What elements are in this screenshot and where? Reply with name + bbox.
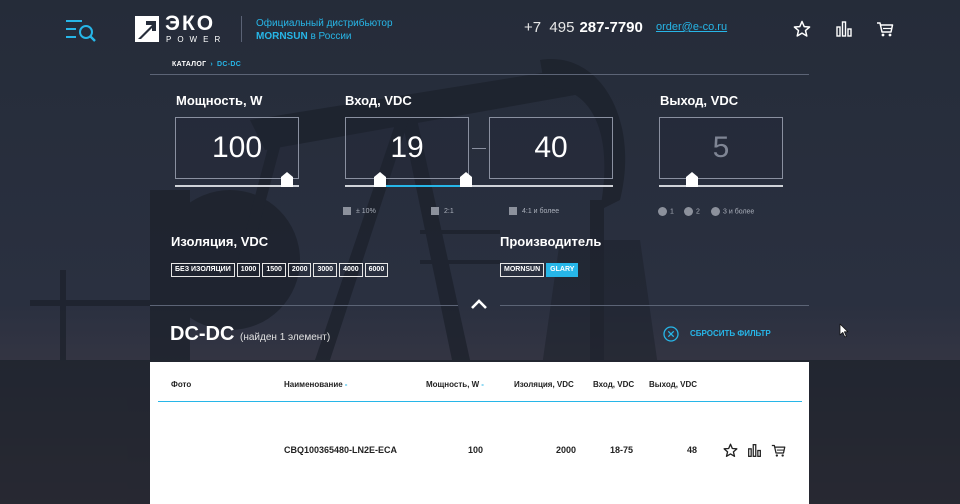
input-option-label: 4:1 и более: [522, 207, 560, 215]
phone-code: +7 495: [524, 19, 575, 36]
input-slider-min-handle[interactable]: [373, 172, 386, 187]
col-header-photo: Фото: [171, 380, 191, 389]
col-label: Выход, VDC: [649, 380, 698, 389]
distributor-text: Официальный дистрибьютор MORNSUN в Росси…: [256, 17, 393, 43]
phone-number: 287-7790: [579, 19, 643, 36]
col-header-name[interactable]: Наименование -: [284, 380, 347, 389]
power-slider-handle[interactable]: [280, 172, 293, 187]
table-header-divider: [158, 401, 802, 402]
compare-chart-icon[interactable]: [835, 20, 853, 38]
manufacturer-tags: MORNSUN GLARY: [500, 258, 580, 277]
distributor-line2: в России: [307, 31, 352, 42]
input-option-2-1[interactable]: 2:1: [431, 207, 454, 215]
cell-power: 100: [468, 445, 484, 455]
breadcrumb: КАТАЛОГ › DC-DC: [172, 61, 241, 68]
results-table: Фото Наименование - Мощность, W- Изоляция…: [150, 362, 809, 504]
isolation-tag[interactable]: 4000: [339, 263, 363, 277]
power-filter-title: Мощность, W: [176, 93, 263, 108]
cell-name[interactable]: CBQ100365480-LN2E-ECA: [284, 445, 397, 455]
input-slider-max-handle[interactable]: [459, 172, 472, 187]
breadcrumb-current: DC-DC: [217, 61, 242, 68]
cell-isolation: 2000: [556, 445, 577, 455]
manufacturer-tag-mornsun[interactable]: MORNSUN: [500, 263, 545, 277]
cell-input: 18-75: [610, 445, 634, 455]
isolation-tags: БЕЗ ИЗОЛЯЦИИ 1000 1500 2000 3000 4000 6000: [171, 258, 390, 277]
cart-icon[interactable]: [876, 20, 894, 38]
sort-arrow: -: [344, 380, 348, 389]
output-option-1[interactable]: 1: [658, 207, 674, 216]
manufacturer-tag-glary[interactable]: GLARY: [546, 263, 579, 277]
results-title-text: DC-DC: [170, 323, 235, 345]
output-option-label: 2: [696, 208, 700, 216]
email-link[interactable]: order@e-co.ru: [656, 21, 727, 33]
isolation-tag[interactable]: 1500: [262, 263, 286, 277]
reset-filter-button[interactable]: СБРОСИТЬ ФИЛЬТР: [663, 326, 771, 342]
mouse-cursor-icon: [839, 323, 849, 338]
col-header-isolation[interactable]: Изоляция, VDC: [514, 380, 574, 389]
col-header-input[interactable]: Вход, VDC: [593, 380, 634, 389]
col-label: Фото: [171, 380, 192, 389]
power-input[interactable]: 100: [175, 117, 299, 179]
breadcrumb-separator: ›: [210, 61, 214, 68]
logo-mark-icon: [135, 16, 159, 42]
col-header-power[interactable]: Мощность, W-: [426, 380, 484, 389]
isolation-tag[interactable]: 6000: [364, 263, 389, 277]
cart-icon[interactable]: [771, 443, 786, 458]
input-option-label: 2:1: [444, 207, 454, 215]
output-slider-track: [659, 185, 783, 187]
close-circle-icon: [663, 326, 679, 342]
isolation-tag[interactable]: 3000: [313, 263, 338, 277]
col-header-output[interactable]: Выход, VDC: [649, 380, 697, 389]
output-input[interactable]: 5: [659, 117, 783, 179]
output-option-label: 1: [670, 208, 674, 216]
range-dash: [472, 148, 486, 149]
distributor-brand: MORNSUN: [256, 31, 308, 42]
sort-arrow: -: [481, 380, 484, 389]
col-label: Изоляция, VDC: [514, 380, 574, 389]
input-option-label: ± 10%: [356, 207, 376, 215]
logo-sub: POWER: [166, 35, 227, 44]
input-max-field[interactable]: 40: [489, 117, 613, 179]
output-filter-title: Выход, VDC: [660, 93, 739, 108]
output-option-3plus[interactable]: 3 и более: [711, 207, 754, 216]
output-option-label: 3 и более: [723, 208, 755, 216]
menu-search-icon[interactable]: [64, 17, 98, 43]
chevron-up-icon[interactable]: [470, 298, 488, 310]
phone[interactable]: +7 495 287-7790: [524, 19, 643, 36]
distributor-line1: Официальный дистрибьютор: [256, 18, 393, 29]
input-option-4-1[interactable]: 4:1 и более: [509, 207, 559, 215]
results-count: (найден 1 элемент): [240, 332, 331, 343]
col-label: Вход, VDC: [593, 380, 635, 389]
input-option-10pct[interactable]: ± 10%: [343, 207, 376, 215]
isolation-filter-title: Изоляция, VDC: [171, 234, 269, 249]
input-min-field[interactable]: 19: [345, 117, 469, 179]
star-icon[interactable]: [723, 443, 738, 458]
input-filter-title: Вход, VDC: [345, 93, 412, 108]
isolation-tag[interactable]: 2000: [287, 263, 312, 277]
isolation-tag[interactable]: 1000: [236, 263, 261, 277]
header-divider: [241, 16, 242, 42]
breadcrumb-divider: [150, 74, 809, 75]
output-slider-handle[interactable]: [686, 172, 699, 187]
logo-word: ЭКО: [165, 12, 216, 35]
star-icon[interactable]: [793, 20, 811, 38]
input-slider-range: [379, 185, 466, 187]
breadcrumb-root[interactable]: КАТАЛОГ: [172, 61, 206, 68]
isolation-tag[interactable]: БЕЗ ИЗОЛЯЦИИ: [171, 263, 235, 277]
output-option-2[interactable]: 2: [684, 207, 700, 216]
filters-divider-right: [500, 305, 809, 306]
col-label: Мощность, W: [426, 380, 480, 389]
reset-filter-label: СБРОСИТЬ ФИЛЬТР: [690, 329, 771, 339]
results-title: DC-DC (найден 1 элемент): [170, 323, 330, 346]
filters-divider-left: [150, 305, 458, 306]
col-label: Наименование: [284, 380, 343, 389]
compare-chart-icon[interactable]: [747, 443, 762, 458]
logo[interactable]: ЭКО POWER: [135, 12, 235, 46]
manufacturer-filter-title: Производитель: [500, 234, 602, 249]
cell-output: 48: [687, 445, 698, 455]
